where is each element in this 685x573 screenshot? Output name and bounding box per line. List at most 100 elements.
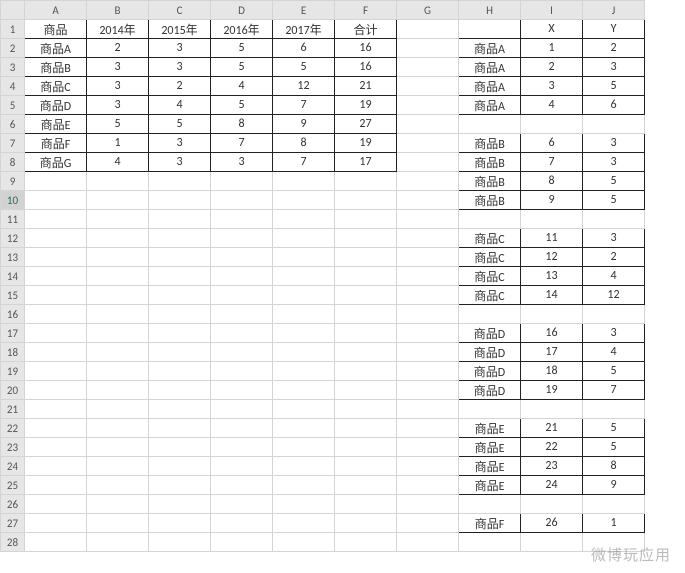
cell-A18[interactable]	[25, 343, 87, 362]
cell-B7[interactable]: 1	[87, 134, 149, 153]
cell-I10[interactable]: 9	[521, 191, 583, 210]
cell-F12[interactable]	[335, 229, 397, 248]
cell-D27[interactable]	[211, 514, 273, 533]
cell-B27[interactable]	[87, 514, 149, 533]
cell-J13[interactable]: 2	[583, 248, 645, 267]
cell-I6[interactable]	[521, 115, 583, 134]
cell-G19[interactable]	[397, 362, 459, 381]
col-header-D[interactable]: D	[211, 1, 273, 20]
cell-A26[interactable]	[25, 495, 87, 514]
cell-B26[interactable]	[87, 495, 149, 514]
cell-B4[interactable]: 3	[87, 77, 149, 96]
cell-B2[interactable]: 2	[87, 39, 149, 58]
cell-I25[interactable]: 24	[521, 476, 583, 495]
cell-G15[interactable]	[397, 286, 459, 305]
cell-J1[interactable]: Y	[583, 20, 645, 39]
cell-B23[interactable]	[87, 438, 149, 457]
cell-C14[interactable]	[149, 267, 211, 286]
cell-I20[interactable]: 19	[521, 381, 583, 400]
cell-I18[interactable]: 17	[521, 343, 583, 362]
cell-C6[interactable]: 5	[149, 115, 211, 134]
cell-G28[interactable]	[397, 533, 459, 552]
cell-D25[interactable]	[211, 476, 273, 495]
cell-J21[interactable]	[583, 400, 645, 419]
cell-G4[interactable]	[397, 77, 459, 96]
cell-H1[interactable]	[459, 20, 521, 39]
cell-F21[interactable]	[335, 400, 397, 419]
cell-G18[interactable]	[397, 343, 459, 362]
cell-E1[interactable]: 2017年	[273, 20, 335, 39]
cell-D16[interactable]	[211, 305, 273, 324]
cell-G22[interactable]	[397, 419, 459, 438]
cell-B3[interactable]: 3	[87, 58, 149, 77]
cell-B12[interactable]	[87, 229, 149, 248]
row-header-7[interactable]: 7	[1, 134, 25, 153]
cell-H27[interactable]: 商品F	[459, 514, 521, 533]
cell-A3[interactable]: 商品B	[25, 58, 87, 77]
cell-D22[interactable]	[211, 419, 273, 438]
cell-D17[interactable]	[211, 324, 273, 343]
cell-H12[interactable]: 商品C	[459, 229, 521, 248]
row-header-12[interactable]: 12	[1, 229, 25, 248]
cell-J22[interactable]: 5	[583, 419, 645, 438]
cell-E10[interactable]	[273, 191, 335, 210]
cell-A24[interactable]	[25, 457, 87, 476]
cell-G12[interactable]	[397, 229, 459, 248]
cell-F16[interactable]	[335, 305, 397, 324]
cell-A14[interactable]	[25, 267, 87, 286]
cell-E12[interactable]	[273, 229, 335, 248]
cell-J18[interactable]: 4	[583, 343, 645, 362]
cell-F8[interactable]: 17	[335, 153, 397, 172]
cell-C25[interactable]	[149, 476, 211, 495]
cell-J12[interactable]: 3	[583, 229, 645, 248]
cell-I14[interactable]: 13	[521, 267, 583, 286]
cell-C20[interactable]	[149, 381, 211, 400]
cell-H6[interactable]	[459, 115, 521, 134]
cell-E24[interactable]	[273, 457, 335, 476]
row-header-16[interactable]: 16	[1, 305, 25, 324]
cell-H5[interactable]: 商品A	[459, 96, 521, 115]
cell-F2[interactable]: 16	[335, 39, 397, 58]
cell-E23[interactable]	[273, 438, 335, 457]
cell-I22[interactable]: 21	[521, 419, 583, 438]
cell-I13[interactable]: 12	[521, 248, 583, 267]
cell-H14[interactable]: 商品C	[459, 267, 521, 286]
cell-E6[interactable]: 9	[273, 115, 335, 134]
cell-D26[interactable]	[211, 495, 273, 514]
row-header-24[interactable]: 24	[1, 457, 25, 476]
cell-I8[interactable]: 7	[521, 153, 583, 172]
cell-D10[interactable]	[211, 191, 273, 210]
cell-H13[interactable]: 商品C	[459, 248, 521, 267]
cell-H15[interactable]: 商品C	[459, 286, 521, 305]
cell-H19[interactable]: 商品D	[459, 362, 521, 381]
cell-G1[interactable]	[397, 20, 459, 39]
cell-B8[interactable]: 4	[87, 153, 149, 172]
cell-B28[interactable]	[87, 533, 149, 552]
cell-I11[interactable]	[521, 210, 583, 229]
cell-A20[interactable]	[25, 381, 87, 400]
cell-E21[interactable]	[273, 400, 335, 419]
cell-C27[interactable]	[149, 514, 211, 533]
cell-C19[interactable]	[149, 362, 211, 381]
cell-D7[interactable]: 7	[211, 134, 273, 153]
cell-A7[interactable]: 商品F	[25, 134, 87, 153]
cell-F13[interactable]	[335, 248, 397, 267]
cell-G5[interactable]	[397, 96, 459, 115]
cell-I28[interactable]	[521, 533, 583, 552]
cell-F14[interactable]	[335, 267, 397, 286]
cell-E2[interactable]: 6	[273, 39, 335, 58]
cell-J3[interactable]: 3	[583, 58, 645, 77]
cell-B11[interactable]	[87, 210, 149, 229]
cell-H10[interactable]: 商品B	[459, 191, 521, 210]
cell-A11[interactable]	[25, 210, 87, 229]
cell-H11[interactable]	[459, 210, 521, 229]
cell-A17[interactable]	[25, 324, 87, 343]
cell-J8[interactable]: 3	[583, 153, 645, 172]
col-header-I[interactable]: I	[521, 1, 583, 20]
cell-D11[interactable]	[211, 210, 273, 229]
cell-B6[interactable]: 5	[87, 115, 149, 134]
cell-E3[interactable]: 5	[273, 58, 335, 77]
cell-G3[interactable]	[397, 58, 459, 77]
cell-B24[interactable]	[87, 457, 149, 476]
cell-C21[interactable]	[149, 400, 211, 419]
